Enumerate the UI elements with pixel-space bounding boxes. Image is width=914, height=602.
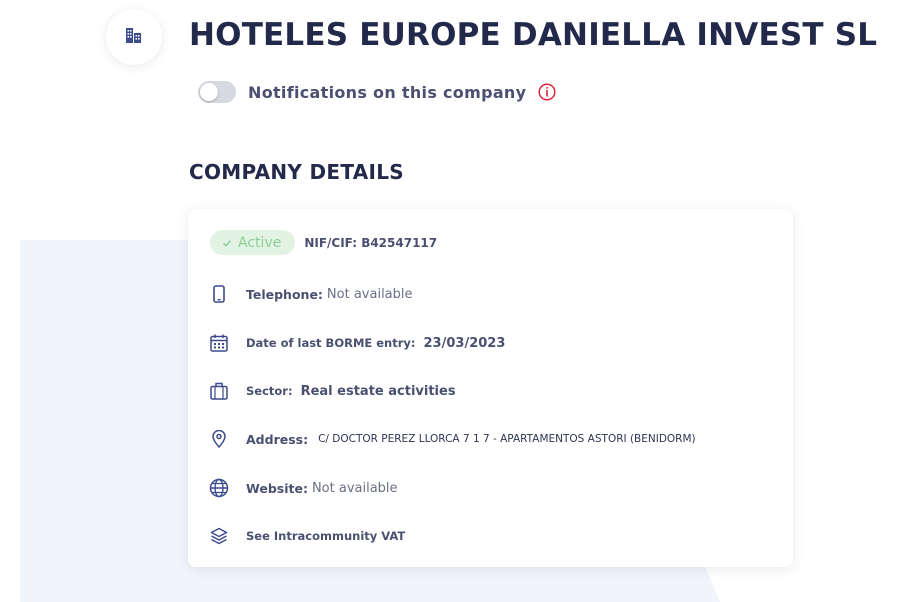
phone-icon — [208, 283, 230, 305]
notifications-row: Notifications on this company — [198, 80, 556, 104]
calendar-icon — [208, 332, 230, 354]
check-icon — [222, 238, 232, 248]
website-row: Website: Not available — [208, 477, 398, 499]
address-row: Address: C/ DOCTOR PEREZ LLORCA 7 1 7 - … — [208, 428, 696, 450]
sector-value: Real estate activities — [300, 383, 456, 399]
borme-date-value: 23/03/2023 — [423, 335, 506, 351]
address-value: C/ DOCTOR PEREZ LLORCA 7 1 7 - APARTAMEN… — [318, 433, 696, 445]
info-icon[interactable] — [538, 83, 556, 101]
website-value: Not available — [311, 480, 398, 496]
website-label: Website: — [246, 480, 308, 496]
briefcase-icon — [208, 380, 230, 402]
layers-icon — [208, 525, 230, 547]
toggle-knob — [200, 83, 218, 101]
building-icon — [125, 27, 143, 48]
sector-label: Sector: — [246, 384, 293, 398]
location-pin-icon — [208, 428, 230, 450]
notifications-label: Notifications on this company — [248, 82, 527, 102]
status-badge: Active — [210, 230, 296, 255]
telephone-label: Telephone: — [246, 286, 323, 302]
vat-row[interactable]: See Intracommunity VAT — [208, 525, 405, 547]
address-label: Address: — [246, 431, 309, 447]
telephone-row: Telephone: Not available — [208, 283, 413, 305]
status-text: Active — [238, 234, 282, 251]
globe-icon — [208, 477, 230, 499]
intracommunity-vat-link[interactable]: See Intracommunity VAT — [246, 529, 405, 543]
notifications-toggle[interactable] — [198, 81, 236, 103]
telephone-value: Not available — [326, 286, 413, 302]
sector-row: Sector: Real estate activities — [208, 380, 456, 402]
company-details-card: Active NIF/CIF: B42547117 Telephone: Not… — [188, 209, 793, 567]
section-title: COMPANY DETAILS — [189, 160, 404, 184]
company-logo — [106, 9, 162, 65]
status-row: Active NIF/CIF: B42547117 — [210, 230, 437, 255]
borme-date-label: Date of last BORME entry: — [246, 336, 416, 350]
nif-cif: NIF/CIF: B42547117 — [304, 235, 438, 250]
borme-date-row: Date of last BORME entry: 23/03/2023 — [208, 332, 505, 354]
company-name: HOTELES EUROPE DANIELLA INVEST SL — [189, 17, 878, 53]
